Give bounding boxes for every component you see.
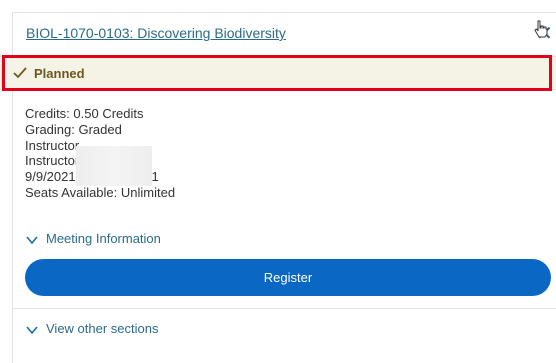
- redacted-instructor-names: [76, 146, 152, 186]
- credits-text: Credits: 0.50 Credits: [25, 106, 144, 121]
- course-title-link[interactable]: BIOL-1070-0103: Discovering Biodiversity: [26, 25, 286, 41]
- divider: [12, 308, 556, 309]
- seats-text: Seats Available: Unlimited: [25, 184, 176, 200]
- card-header: BIOL-1070-0103: Discovering Biodiversity…: [13, 13, 556, 55]
- hand-cursor-icon: [534, 20, 548, 38]
- view-other-sections-label: View other sections: [46, 321, 159, 336]
- register-button[interactable]: Register: [25, 259, 551, 296]
- grading-text: Grading: Graded: [25, 121, 122, 137]
- chevron-down-icon: [26, 236, 38, 244]
- status-label: Planned: [34, 66, 85, 81]
- meeting-information-label: Meeting Information: [46, 231, 161, 246]
- status-bar: Planned: [0, 56, 556, 90]
- meeting-information-toggle[interactable]: Meeting Information: [26, 231, 161, 246]
- view-other-sections-toggle[interactable]: View other sections: [26, 321, 159, 336]
- check-icon: [13, 67, 27, 79]
- chevron-down-icon: [26, 326, 38, 334]
